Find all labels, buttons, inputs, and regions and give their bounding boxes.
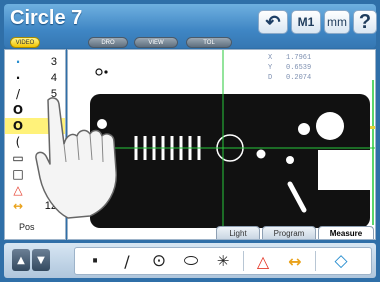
feature-number: 9 xyxy=(50,152,57,164)
list-item[interactable]: / 5 xyxy=(5,86,65,102)
point-icon: · xyxy=(15,55,21,69)
part-hole xyxy=(97,119,107,129)
list-item[interactable]: ▭ 9 xyxy=(5,150,65,166)
edge-marker xyxy=(370,126,375,129)
page-title: Circle 7 xyxy=(10,7,83,29)
angle-tool-button[interactable]: △ xyxy=(249,248,277,274)
distance-tool-button[interactable]: ↔ xyxy=(281,248,309,274)
measure-tools: · / ⊙ ⬭ ✳ △ ↔ ◇ xyxy=(74,247,372,275)
bottom-toolbar: ▲ ▼ · / ⊙ ⬭ ✳ △ ↔ ◇ xyxy=(4,243,376,278)
list-item[interactable]: ( 8 xyxy=(5,134,65,150)
header-bar: Circle 7 ↶ M1 mm ? VIDEO DRO VIEW TOL xyxy=(4,4,377,48)
x-value: 1.7961 xyxy=(286,54,312,62)
feature-number: 4 xyxy=(50,72,57,84)
slot-tool-button[interactable]: ⬭ xyxy=(177,248,205,274)
tab-program[interactable]: Program xyxy=(262,226,316,239)
coordinate-readout: X 1.7961 Y 0.6539 D 0.2074 xyxy=(268,54,312,82)
position-label: Pos xyxy=(19,222,35,232)
list-item-selected[interactable]: O 7 xyxy=(5,118,65,134)
y-value: 0.6539 xyxy=(286,64,312,72)
scroll-up-button[interactable]: ▲ xyxy=(12,249,30,271)
list-item[interactable]: · 3 xyxy=(5,54,65,70)
tab-light[interactable]: Light xyxy=(216,226,260,239)
tab-tol[interactable]: TOL xyxy=(186,37,232,48)
tab-measure[interactable]: Measure xyxy=(318,226,374,239)
measurement-view[interactable]: X 1.7961 Y 0.6539 D 0.2074 Light Program Me… xyxy=(67,49,376,240)
undo-button[interactable]: ↶ xyxy=(258,10,288,34)
part-hole xyxy=(256,149,266,159)
auto-measure-icon: ✳ xyxy=(216,252,230,270)
feature-number: 5 xyxy=(50,88,57,100)
circle-icon: ⊙ xyxy=(151,251,167,271)
d-value: 0.2074 xyxy=(286,74,312,82)
line-tool-button[interactable]: / xyxy=(113,248,141,274)
origin-dot xyxy=(104,70,108,74)
list-item[interactable]: · 4 xyxy=(5,70,65,86)
units-button[interactable]: mm xyxy=(324,10,350,34)
list-item[interactable]: △ 11 xyxy=(5,182,65,198)
line-icon: / xyxy=(15,87,21,101)
feature-number: 11 xyxy=(45,184,57,196)
rectangle-icon: □ xyxy=(12,167,24,181)
scroll-down-button[interactable]: ▼ xyxy=(32,249,50,271)
list-item[interactable]: □ 10 xyxy=(5,166,65,182)
toolbar-divider xyxy=(243,251,244,271)
slot-icon: ⬭ xyxy=(183,251,199,271)
feature-number: 6 xyxy=(50,104,57,116)
part-hole xyxy=(286,156,294,164)
circle-tool-button[interactable]: ⊙ xyxy=(145,248,173,274)
part-hole-large xyxy=(316,112,344,140)
feature-number: 12 xyxy=(44,200,57,212)
part-notch xyxy=(318,150,375,190)
part-hole xyxy=(97,197,107,207)
list-item[interactable]: ↔ 12 xyxy=(5,198,65,214)
feature-number: 3 xyxy=(50,56,57,68)
list-item[interactable]: O 6 xyxy=(5,102,65,118)
slot-icon: ▭ xyxy=(12,151,24,165)
point-icon: · xyxy=(90,248,100,274)
feature-number: 10 xyxy=(44,168,57,180)
skew-tool-button[interactable]: ◇ xyxy=(327,248,355,274)
angle-icon: △ xyxy=(256,251,270,271)
feature-list: · 3 · 4 / 5 O 6 O 7 ( 8 ▭ 9 □ 10 △ 11 ↔ … xyxy=(4,49,66,240)
feature-number: 7 xyxy=(50,120,57,132)
arc-icon: ( xyxy=(15,135,21,149)
app-window: Circle 7 ↶ M1 mm ? VIDEO DRO VIEW TOL · … xyxy=(0,0,380,282)
auto-tool-button[interactable]: ✳ xyxy=(209,248,237,274)
m1-button[interactable]: M1 xyxy=(291,10,321,34)
arrow-down-icon: ▼ xyxy=(37,254,45,266)
undo-icon: ↶ xyxy=(265,11,281,32)
tab-video[interactable]: VIDEO xyxy=(10,37,40,48)
toolbar-divider xyxy=(315,251,316,271)
circle-icon: O xyxy=(12,119,24,133)
feature-number: 8 xyxy=(50,136,57,148)
skew-icon: ◇ xyxy=(334,251,348,271)
part-hole xyxy=(298,123,310,135)
arrow-up-icon: ▲ xyxy=(17,254,25,266)
circle-icon: O xyxy=(12,103,24,117)
tab-dro[interactable]: DRO xyxy=(88,37,128,48)
point-tool-button[interactable]: · xyxy=(81,248,109,274)
distance-icon: ↔ xyxy=(288,251,302,271)
angle-icon: △ xyxy=(13,183,23,197)
distance-icon: ↔ xyxy=(12,199,24,213)
point-icon: · xyxy=(15,71,21,85)
line-icon: / xyxy=(124,251,130,271)
tab-view[interactable]: VIEW xyxy=(134,37,178,48)
origin-marker xyxy=(95,68,103,76)
help-button[interactable]: ? xyxy=(353,10,377,34)
